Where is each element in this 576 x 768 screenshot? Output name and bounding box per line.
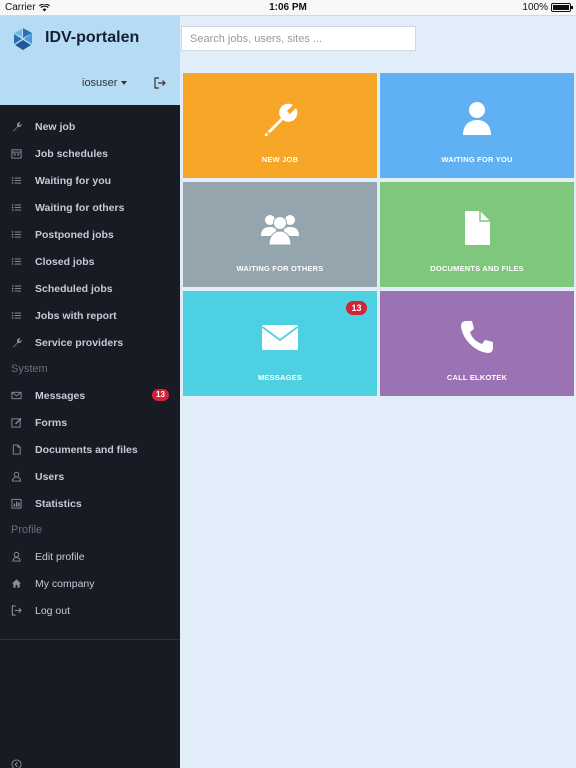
sidebar-item-jobs-with-report[interactable]: Jobs with report bbox=[0, 302, 180, 329]
app-title: IDV-portalen bbox=[45, 29, 140, 46]
tile-label: CALL ELKOTEK bbox=[446, 373, 508, 382]
list-icon bbox=[11, 258, 22, 265]
sidebar-item-label: Forms bbox=[35, 416, 68, 429]
wrench-icon bbox=[12, 122, 22, 132]
users-icon bbox=[11, 471, 22, 482]
tile-label: WAITING FOR YOU bbox=[441, 155, 513, 164]
tile-label: NEW JOB bbox=[261, 155, 299, 164]
divider bbox=[0, 639, 180, 640]
list-icon bbox=[11, 231, 22, 238]
file-icon bbox=[12, 444, 21, 455]
chart-icon bbox=[11, 498, 22, 509]
sidebar-item-edit-profile[interactable]: Edit profile bbox=[0, 543, 180, 570]
section-label-system: System bbox=[11, 363, 48, 375]
sidebar-item-postponed-jobs[interactable]: Postponed jobs bbox=[0, 221, 180, 248]
list-icon bbox=[11, 285, 22, 292]
sidebar-item-label: Closed jobs bbox=[35, 255, 95, 268]
sidebar-item-log-out[interactable]: Log out bbox=[0, 597, 180, 624]
app-logo-icon bbox=[14, 28, 32, 50]
edit-icon bbox=[11, 417, 22, 428]
sidebar-item-label: Waiting for you bbox=[35, 174, 112, 187]
sidebar-item-label: My company bbox=[35, 577, 95, 590]
logout-icon[interactable] bbox=[154, 77, 166, 89]
unread-badge: 13 bbox=[152, 389, 169, 401]
sidebar-item-waiting-for-you[interactable]: Waiting for you bbox=[0, 167, 180, 194]
file-icon bbox=[465, 211, 490, 245]
user-icon bbox=[12, 551, 21, 562]
envelope-icon bbox=[261, 325, 299, 350]
sidebar-item-label: New job bbox=[35, 120, 76, 133]
unread-badge: 13 bbox=[346, 301, 367, 315]
battery-percent: 100% bbox=[522, 2, 548, 13]
calendar-icon bbox=[11, 149, 22, 159]
sidebar-header: IDV-portalen iosuser bbox=[0, 16, 180, 105]
clock: 1:06 PM bbox=[269, 2, 307, 13]
tile-label: MESSAGES bbox=[257, 373, 303, 382]
chevron-down-icon bbox=[121, 81, 128, 85]
status-bar: Carrier 1:06 PM 100% bbox=[0, 0, 576, 16]
sidebar: IDV-portalen iosuser New job Job schedul… bbox=[0, 16, 180, 768]
users-icon bbox=[261, 215, 299, 246]
wrench-icon bbox=[12, 338, 22, 348]
logout-icon bbox=[11, 605, 22, 616]
list-icon bbox=[11, 177, 22, 184]
sidebar-item-my-company[interactable]: My company bbox=[0, 570, 180, 597]
battery-indicator: 100% bbox=[522, 2, 573, 13]
section-label-profile: Profile bbox=[11, 524, 43, 536]
sidebar-item-label: Documents and files bbox=[35, 443, 138, 456]
sidebar-item-job-schedules[interactable]: Job schedules bbox=[0, 140, 180, 167]
sidebar-nav: New job Job schedules Waiting for you Wa… bbox=[0, 113, 180, 624]
phone-icon bbox=[461, 321, 493, 353]
sidebar-item-label: Statistics bbox=[35, 497, 82, 510]
sidebar-item-label: Users bbox=[35, 470, 65, 483]
sidebar-item-users[interactable]: Users bbox=[0, 463, 180, 490]
sidebar-item-service-providers[interactable]: Service providers bbox=[0, 329, 180, 356]
tile-messages[interactable]: 13 MESSAGES bbox=[183, 291, 377, 396]
tile-documents-and-files[interactable]: DOCUMENTS AND FILES bbox=[380, 182, 574, 287]
sidebar-item-label: Postponed jobs bbox=[35, 228, 114, 241]
user-icon bbox=[463, 102, 491, 135]
sidebar-item-closed-jobs[interactable]: Closed jobs bbox=[0, 248, 180, 275]
tile-new-job[interactable]: NEW JOB bbox=[183, 73, 377, 178]
tile-waiting-for-others[interactable]: WAITING FOR OTHERS bbox=[183, 182, 377, 287]
sidebar-item-label: Waiting for others bbox=[35, 201, 125, 214]
sidebar-item-label: Edit profile bbox=[35, 550, 85, 563]
tile-waiting-for-you[interactable]: WAITING FOR YOU bbox=[380, 73, 574, 178]
tile-label: WAITING FOR OTHERS bbox=[236, 264, 324, 273]
collapse-sidebar-icon[interactable] bbox=[11, 759, 22, 768]
list-icon bbox=[11, 312, 22, 319]
sidebar-item-label: Job schedules bbox=[35, 147, 108, 160]
battery-icon bbox=[551, 3, 573, 12]
home-icon bbox=[11, 579, 22, 588]
sidebar-item-new-job[interactable]: New job bbox=[0, 113, 180, 140]
envelope-icon bbox=[11, 391, 22, 400]
tile-label: DOCUMENTS AND FILES bbox=[430, 264, 524, 273]
sidebar-item-scheduled-jobs[interactable]: Scheduled jobs bbox=[0, 275, 180, 302]
sidebar-item-forms[interactable]: Forms bbox=[0, 409, 180, 436]
list-icon bbox=[11, 204, 22, 211]
sidebar-item-statistics[interactable]: Statistics bbox=[0, 490, 180, 517]
username: iosuser bbox=[82, 77, 118, 89]
search-input[interactable] bbox=[181, 26, 416, 51]
sidebar-item-label: Scheduled jobs bbox=[35, 282, 113, 295]
wrench-icon bbox=[264, 103, 298, 137]
sidebar-item-messages[interactable]: Messages 13 bbox=[0, 382, 180, 409]
sidebar-item-waiting-for-others[interactable]: Waiting for others bbox=[0, 194, 180, 221]
tile-call-elkotek[interactable]: CALL ELKOTEK bbox=[380, 291, 574, 396]
user-menu[interactable]: iosuser bbox=[82, 77, 128, 89]
sidebar-item-label: Jobs with report bbox=[35, 309, 117, 322]
sidebar-item-label: Service providers bbox=[35, 336, 124, 349]
sidebar-item-label: Messages bbox=[35, 389, 86, 402]
sidebar-item-label: Log out bbox=[35, 604, 71, 617]
sidebar-item-documents-and-files[interactable]: Documents and files bbox=[0, 436, 180, 463]
